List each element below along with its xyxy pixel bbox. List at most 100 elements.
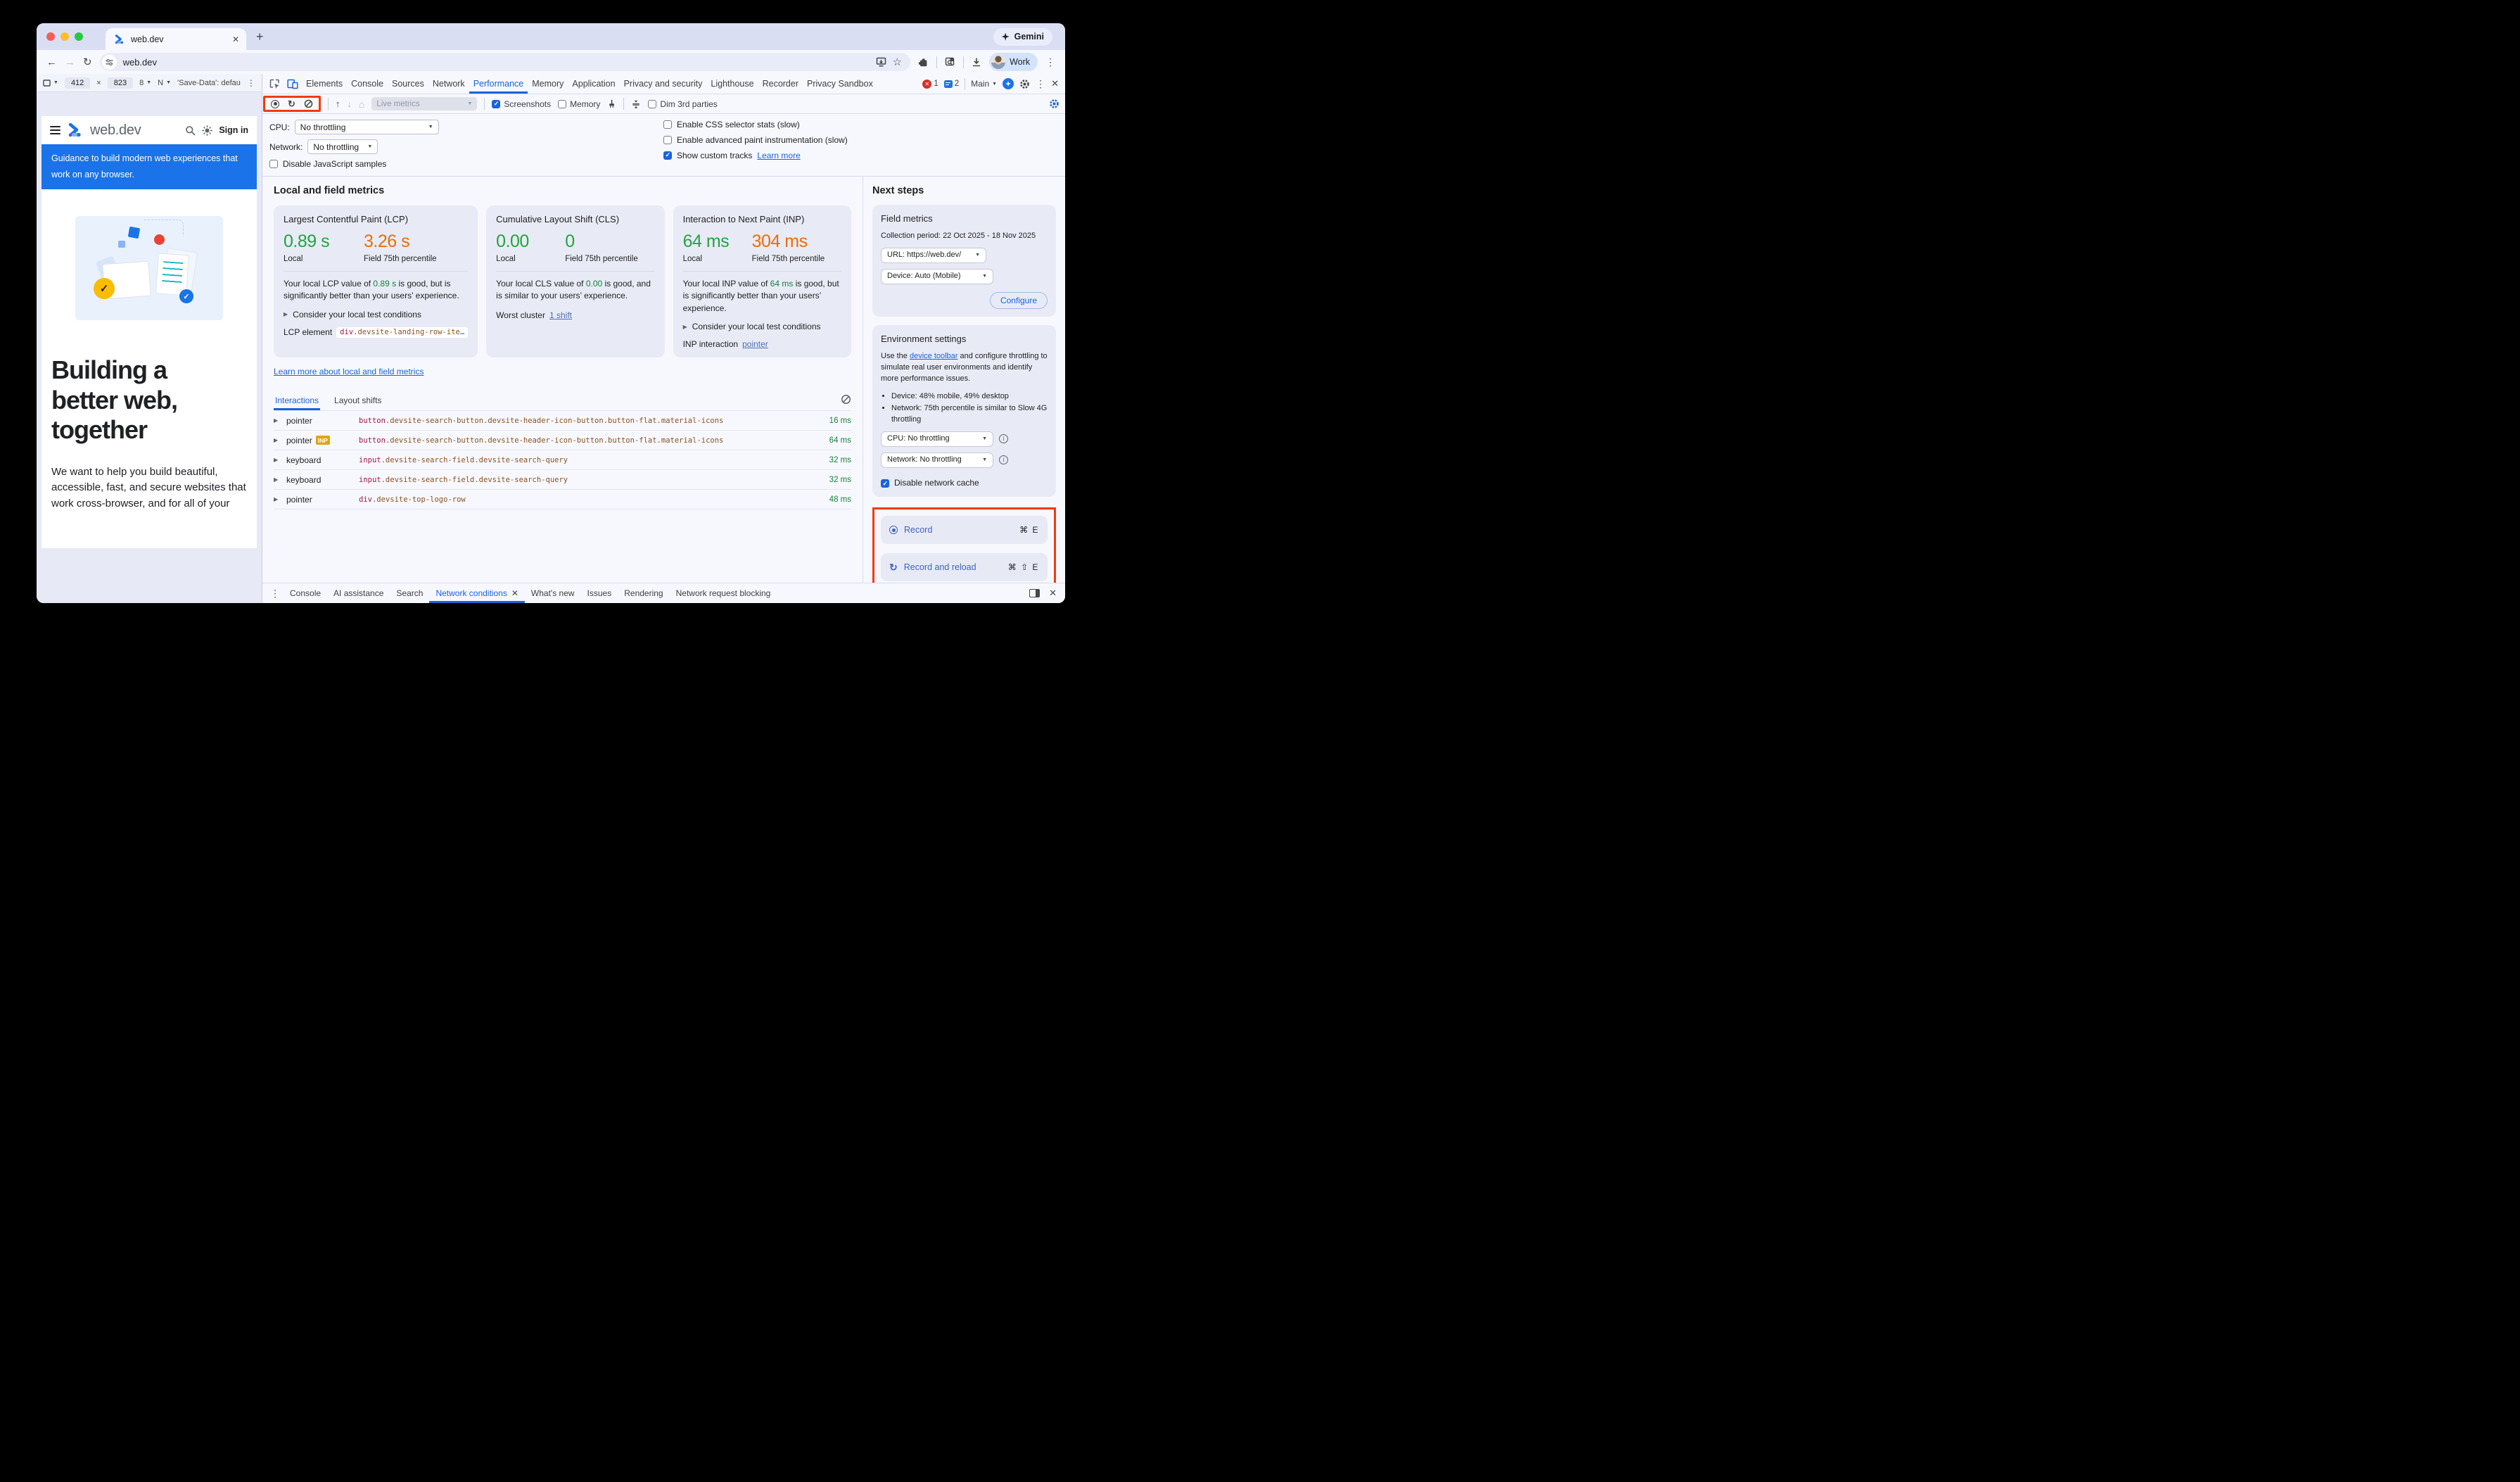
device-toolbar-toggle-icon[interactable] (284, 74, 302, 94)
inp-test-conditions-expander[interactable]: ▶Consider your local test conditions (683, 322, 841, 331)
drawer-tab-network-request-blocking[interactable]: Network request blocking (670, 583, 777, 603)
interaction-row[interactable]: ▶ pointer div.devsite-top-logo-row 48 ms (274, 490, 851, 509)
tab-network[interactable]: Network (428, 74, 469, 94)
expand-row-icon[interactable]: ▶ (274, 457, 281, 463)
tab-privacy-security[interactable]: Privacy and security (620, 74, 707, 94)
drawer-tab-rendering[interactable]: Rendering (618, 583, 669, 603)
record-reload-icon[interactable]: ↻ (288, 99, 295, 108)
learn-more-metrics-link[interactable]: Learn more about local and field metrics (274, 367, 424, 376)
back-button[interactable]: ← (46, 57, 57, 68)
save-profile-icon[interactable]: ↓ (347, 99, 352, 108)
site-settings-icon[interactable] (102, 55, 117, 70)
tab-elements[interactable]: Elements (302, 74, 347, 94)
lcp-element-selector[interactable]: div.devsite-landing-row-ite… (336, 327, 468, 338)
profile-chip[interactable]: Work (989, 53, 1038, 71)
worst-cluster-link[interactable]: 1 shift (549, 310, 572, 320)
panel-settings-gear-icon[interactable] (1049, 99, 1059, 109)
drawer-tab-ai-assistance[interactable]: AI assistance (327, 583, 390, 603)
garbage-collect-icon[interactable] (607, 99, 616, 108)
network-info-icon[interactable]: i (999, 455, 1008, 464)
downloads-icon[interactable] (972, 57, 981, 67)
inp-interaction-link[interactable]: pointer (742, 339, 768, 349)
tab-search-icon[interactable] (945, 57, 955, 67)
drawer-tab-issues[interactable]: Issues (581, 583, 618, 603)
tab-layout-shifts[interactable]: Layout shifts (333, 391, 383, 410)
inspect-element-icon[interactable] (266, 74, 284, 94)
paint-instrumentation-checkbox[interactable]: Enable advanced paint instrumentation (s… (663, 135, 1058, 145)
devtools-menu-icon[interactable]: ⋮ (1036, 78, 1045, 90)
browser-tab[interactable]: web.dev ✕ (106, 28, 246, 50)
lcp-test-conditions-expander[interactable]: ▶Consider your local test conditions (284, 310, 468, 319)
cpu-throttling-select[interactable]: No throttling▼ (295, 120, 439, 134)
devtools-settings-gear-icon[interactable] (1019, 79, 1030, 89)
zoom-window-button[interactable] (75, 32, 83, 41)
tab-performance[interactable]: Performance (469, 74, 528, 94)
expand-row-icon[interactable]: ▶ (274, 417, 281, 424)
interaction-row[interactable]: ▶ pointer button.devsite-search-button.d… (274, 411, 851, 431)
dim-3rd-parties-checkbox[interactable]: Dim 3rd parties (648, 99, 717, 109)
gemini-button[interactable]: Gemini (993, 28, 1052, 46)
bookmark-star-icon[interactable]: ☆ (893, 56, 902, 68)
disable-js-samples-checkbox[interactable]: Disable JavaScript samples (269, 159, 663, 169)
load-profile-icon[interactable]: ↑ (336, 99, 341, 108)
learn-more-link[interactable]: Learn more (757, 151, 800, 160)
reload-button[interactable]: ↻ (83, 57, 92, 68)
network-throttling-select[interactable]: No throttling▼ (307, 139, 378, 154)
split-panel-icon[interactable] (1029, 589, 1040, 597)
record-and-reload-button[interactable]: ↻ Record and reload ⌘ ⇧ E (881, 553, 1048, 581)
memory-checkbox[interactable]: Memory (558, 99, 600, 109)
tab-application[interactable]: Application (568, 74, 619, 94)
record-button[interactable]: Record ⌘ E (881, 516, 1048, 544)
interaction-row[interactable]: ▶ keyboard input.devsite-search-field.de… (274, 470, 851, 490)
hamburger-menu-icon[interactable] (50, 126, 61, 134)
home-icon[interactable]: ⌂ (359, 99, 364, 109)
context-select[interactable]: Main▼ (971, 79, 997, 89)
expand-row-icon[interactable]: ▶ (274, 496, 281, 502)
css-selector-stats-checkbox[interactable]: Enable CSS selector stats (slow) (663, 120, 1058, 129)
live-metrics-select[interactable]: Live metrics▼ (371, 97, 477, 110)
viewport-height-input[interactable]: 823 (108, 77, 133, 89)
field-url-select[interactable]: URL: https://web.dev/▼ (881, 248, 986, 263)
tab-memory[interactable]: Memory (528, 74, 568, 94)
new-tab-button[interactable]: + (256, 30, 264, 44)
device-toolbar-link[interactable]: device toolbar (910, 352, 958, 360)
tab-privacy-sandbox[interactable]: Privacy Sandbox (803, 74, 877, 94)
throttle-select[interactable]: N▼ (158, 79, 171, 87)
interaction-row[interactable]: ▶ pointerINP button.devsite-search-butto… (274, 431, 851, 450)
drawer-tab-whats-new[interactable]: What's new (525, 583, 581, 603)
tab-lighthouse[interactable]: Lighthouse (706, 74, 758, 94)
tab-interactions[interactable]: Interactions (274, 391, 320, 410)
close-tab-icon[interactable]: ✕ (232, 34, 239, 44)
search-icon[interactable] (185, 125, 196, 136)
omnibox[interactable]: web.dev ☆ (100, 53, 910, 71)
drawer-tab-console[interactable]: Console (284, 583, 327, 603)
expand-row-icon[interactable]: ▶ (274, 476, 281, 483)
close-drawer-tab-icon[interactable]: ✕ (511, 588, 518, 598)
drawer-menu-icon[interactable]: ⋮ (267, 583, 284, 603)
tab-sources[interactable]: Sources (388, 74, 428, 94)
collapse-icon[interactable] (631, 99, 641, 109)
disable-network-cache-checkbox[interactable]: Disable network cache (881, 477, 1048, 489)
issues-badge[interactable]: 2 (944, 80, 959, 88)
install-icon[interactable] (876, 57, 886, 67)
close-window-button[interactable] (46, 32, 55, 41)
expand-row-icon[interactable]: ▶ (274, 437, 281, 443)
configure-button[interactable]: Configure (990, 292, 1048, 309)
clear-icon[interactable] (304, 99, 313, 108)
device-select[interactable]: ▼ (43, 80, 58, 87)
env-network-select[interactable]: Network: No throttling▼ (881, 452, 993, 468)
tab-console[interactable]: Console (347, 74, 388, 94)
drawer-tab-search[interactable]: Search (390, 583, 429, 603)
sign-in-button[interactable]: Sign in (219, 125, 248, 135)
error-badge[interactable]: ✕1 (922, 80, 938, 89)
close-drawer-icon[interactable]: ✕ (1049, 588, 1057, 599)
forward-button[interactable]: → (65, 57, 75, 68)
ai-assistance-icon[interactable] (1003, 78, 1014, 89)
zoom-select[interactable]: 8▼ (139, 79, 151, 87)
record-icon[interactable] (271, 100, 279, 108)
minimize-window-button[interactable] (61, 32, 69, 41)
close-devtools-icon[interactable]: ✕ (1051, 78, 1059, 89)
drawer-tab-network-conditions[interactable]: Network conditions✕ (429, 583, 524, 603)
viewport-width-input[interactable]: 412 (65, 77, 90, 89)
device-toolbar-menu-icon[interactable]: ⋮ (247, 78, 255, 88)
